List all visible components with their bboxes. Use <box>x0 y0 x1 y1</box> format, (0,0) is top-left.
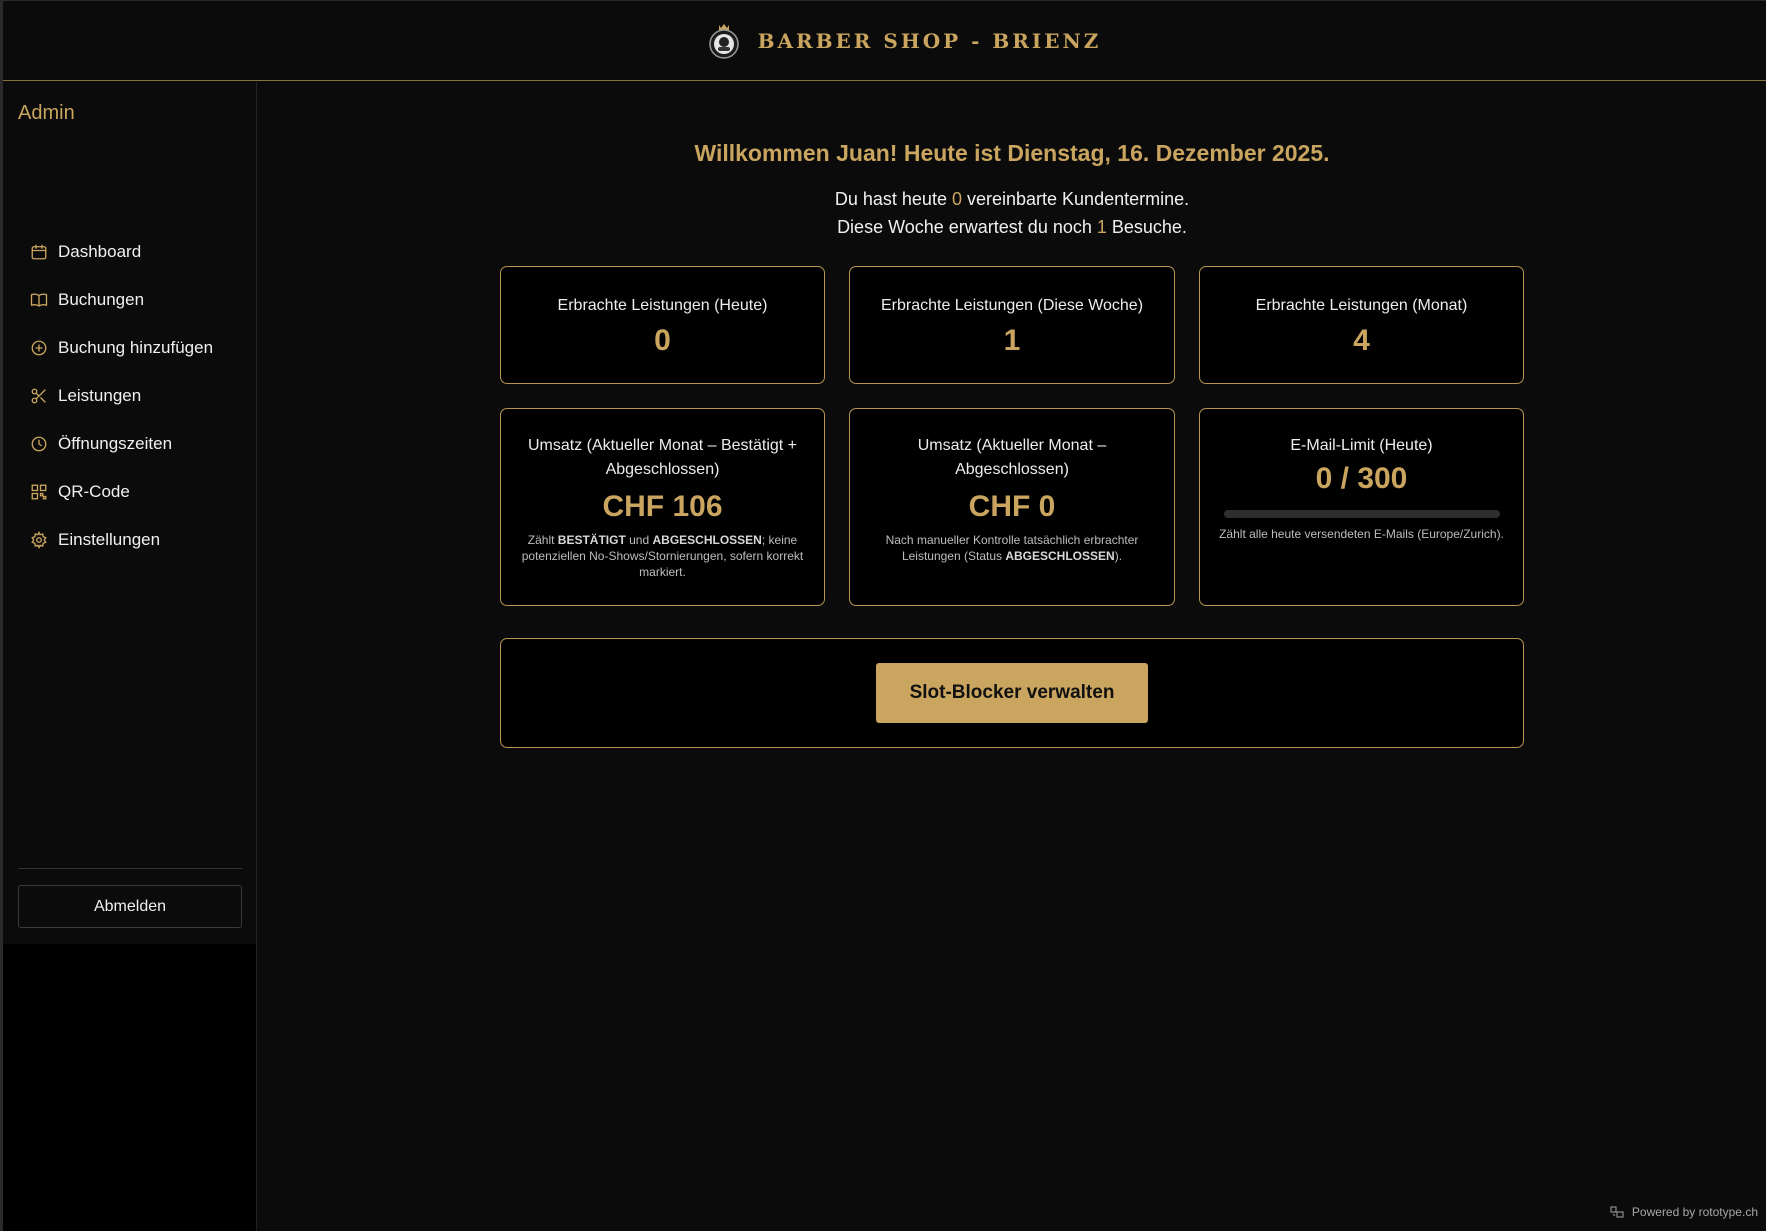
email-limit-card: E-Mail-Limit (Heute) 0 / 300 Zählt alle … <box>1199 408 1524 606</box>
revenue-completed-value: CHF 0 <box>968 490 1056 523</box>
app-window <box>0 0 1766 1231</box>
sidebar-item-add-booking[interactable]: Buchung hinzufügen <box>18 324 240 372</box>
sidebar-item-bookings[interactable]: Buchungen <box>18 276 240 324</box>
revenue-completed-note: Nach manueller Kontrolle tatsächlich erb… <box>864 532 1160 564</box>
email-limit-note: Zählt alle heute versendeten E-Mails (Eu… <box>1219 527 1504 541</box>
sidebar-item-dashboard[interactable]: Dashboard <box>18 228 240 276</box>
welcome-heading: Willkommen Juan! Heute ist Dienstag, 16.… <box>500 140 1524 167</box>
text-segment: und <box>625 533 653 547</box>
current-date: Dienstag, 16. Dezember 2025 <box>1007 140 1324 166</box>
email-limit-value: 0 / 300 <box>1315 462 1408 495</box>
powered-by[interactable]: Powered by rototype.ch <box>1610 1205 1758 1219</box>
sidebar-item-label: Öffnungszeiten <box>58 434 173 453</box>
stat-title: Erbrachte Leistungen (Diese Woche) <box>880 297 1144 314</box>
sidebar-item-label: QR-Code <box>58 482 130 501</box>
appointments-today-count: 0 <box>951 189 962 209</box>
sidebar-footer-area <box>3 944 257 1231</box>
calendar-icon <box>31 244 47 260</box>
revenue-confirmed-value: CHF 106 <box>602 490 723 523</box>
visits-this-week-text: Diese Woche erwartest du noch 1 Besuche. <box>500 217 1524 238</box>
welcome-prefix: Willkommen Juan! Heute ist <box>694 140 1008 166</box>
stat-title: Umsatz (Aktueller Monat – Abgeschlossen) <box>917 437 1107 478</box>
revenue-completed-card: Umsatz (Aktueller Monat – Abgeschlossen)… <box>849 408 1175 606</box>
text-segment: Besuche. <box>1106 217 1187 237</box>
scissors-icon <box>31 388 46 404</box>
revenue-confirmed-note: Zählt BESTÄTIGT und ABGESCHLOSSEN; keine… <box>515 532 810 580</box>
stat-title: E-Mail-Limit (Heute) <box>1290 437 1433 454</box>
revenue-confirmed-card: Umsatz (Aktueller Monat – Bestätigt + Ab… <box>500 408 825 606</box>
stat-card-today: Erbrachte Leistungen (Heute) 0 <box>500 266 825 384</box>
sidebar-item-services[interactable]: Leistungen <box>18 372 240 420</box>
sidebar-item-label: Buchungen <box>58 290 145 309</box>
sidebar-item-label: Buchung hinzufügen <box>58 338 214 357</box>
stat-value: 0 <box>654 324 671 357</box>
status-label: ABGESCHLOSSEN <box>652 533 762 547</box>
powered-by-text: Powered by rototype.ch <box>1631 1205 1758 1219</box>
stat-title: Umsatz (Aktueller Monat – Bestätigt + Ab… <box>528 437 797 478</box>
visits-week-count: 1 <box>1096 217 1107 237</box>
gear-icon <box>31 531 47 549</box>
qr-code-icon <box>31 484 47 500</box>
barber-logo-icon <box>708 22 740 60</box>
stat-card-month: Erbrachte Leistungen (Monat) 4 <box>1199 266 1524 384</box>
welcome-suffix: . <box>1323 140 1330 166</box>
text-segment: Du hast heute <box>834 189 952 209</box>
stat-value: 1 <box>1003 324 1021 357</box>
book-icon <box>30 293 48 307</box>
sidebar-title: Admin <box>18 102 75 124</box>
brand[interactable]: BARBER SHOP - BRIENZ <box>708 22 1102 60</box>
appointments-today-text: Du hast heute 0 vereinbarte Kundentermin… <box>500 189 1524 210</box>
stat-value: 4 <box>1353 324 1370 357</box>
sidebar-item-label: Dashboard <box>58 242 142 261</box>
text-segment: ). <box>1114 549 1123 563</box>
rototype-logo-icon <box>1610 1206 1624 1218</box>
brand-title: BARBER SHOP - BRIENZ <box>757 28 1102 53</box>
sidebar-nav: Dashboard Buchungen Buchung hinzufügen L… <box>18 228 240 564</box>
sidebar-item-opening-hours[interactable]: Öffnungszeiten <box>18 420 240 468</box>
sidebar-divider <box>18 868 242 869</box>
text-segment: Zählt <box>527 533 558 547</box>
plus-circle-icon <box>31 340 47 356</box>
stat-title: Erbrachte Leistungen (Heute) <box>557 297 768 314</box>
stat-card-week: Erbrachte Leistungen (Diese Woche) 1 <box>849 266 1175 384</box>
stat-title: Erbrachte Leistungen (Monat) <box>1255 297 1468 314</box>
manage-slot-blocker-button[interactable]: Slot-Blocker verwalten <box>876 663 1148 723</box>
logout-button[interactable]: Abmelden <box>18 885 242 928</box>
sidebar-item-label: Einstellungen <box>58 530 161 549</box>
status-label: ABGESCHLOSSEN <box>1005 549 1115 563</box>
status-label: BESTÄTIGT <box>557 533 626 547</box>
sidebar-item-qr-code[interactable]: QR-Code <box>18 468 240 516</box>
text-segment: Diese Woche erwartest du noch <box>837 217 1097 237</box>
top-header: BARBER SHOP - BRIENZ <box>3 1 1766 81</box>
clock-icon <box>31 436 47 452</box>
sidebar-item-label: Leistungen <box>58 386 142 405</box>
email-limit-progress-bar <box>1223 510 1500 518</box>
slot-blocker-panel: Slot-Blocker verwalten <box>500 638 1524 748</box>
sidebar: Admin Dashboard Buchungen Buchung hinzuf… <box>3 82 257 944</box>
sidebar-item-settings[interactable]: Einstellungen <box>18 516 240 564</box>
text-segment: vereinbarte Kundentermine. <box>961 189 1190 209</box>
